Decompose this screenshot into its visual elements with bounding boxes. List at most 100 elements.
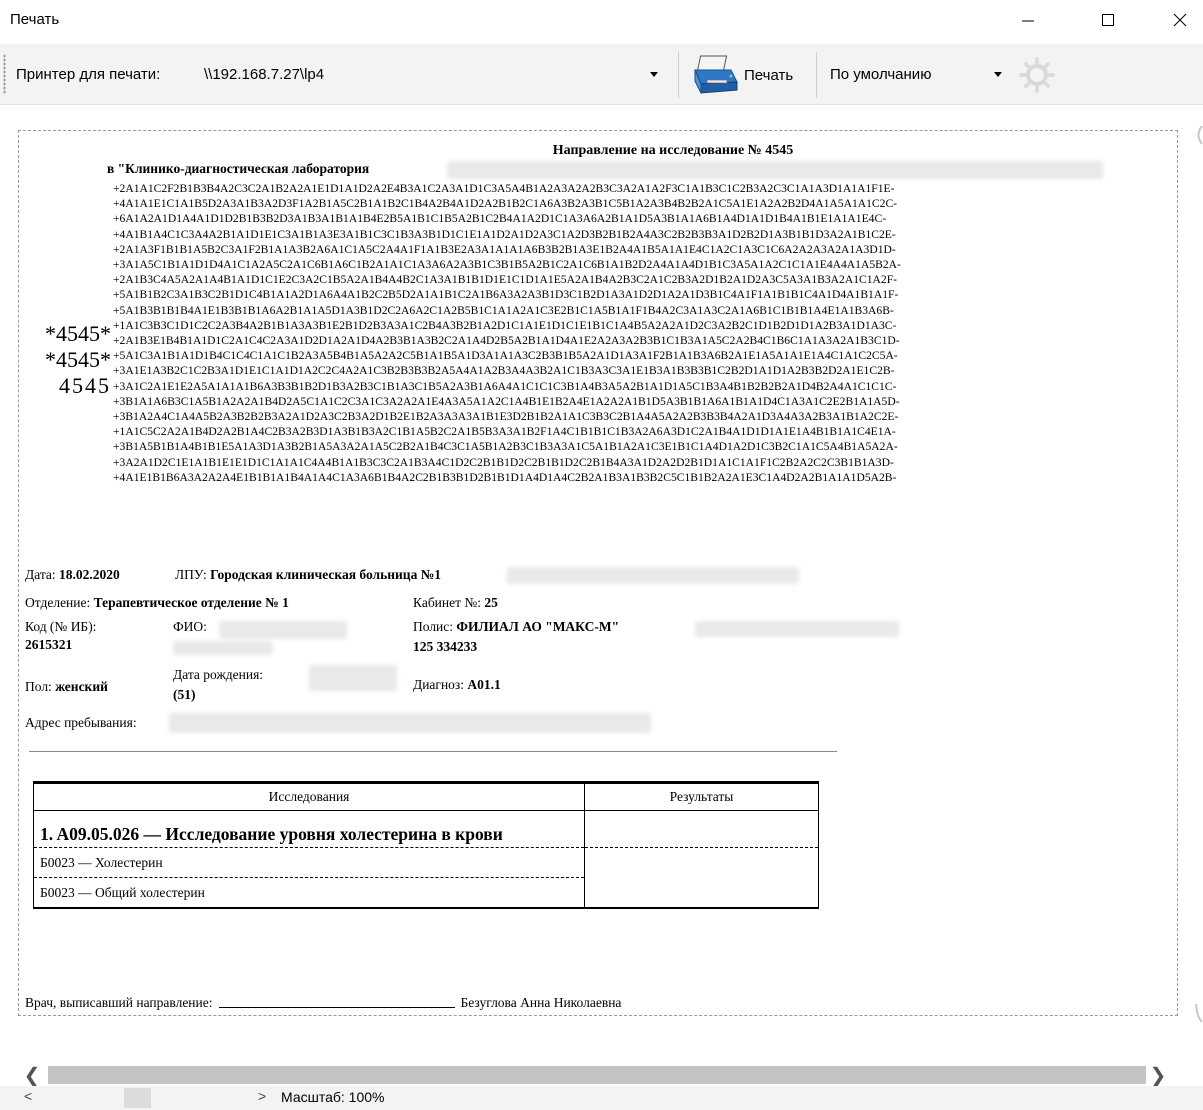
case-code-value: 2615321 (25, 637, 72, 653)
code-line: +3A2A1D2C1E1A1B1E1E1D1C1A1A1C4A4B1A1B3C3… (113, 455, 894, 469)
code-line: +3B1A2A4C1A4A5B2A3B2B2B3A2A1D2A3C2B3A2D1… (113, 410, 899, 424)
toolbar-separator (816, 52, 817, 98)
code-line: +5A1B3B1B1B4A1E1B3B1B1A6A2B1A1A5D1A3B1D2… (113, 303, 894, 317)
code-line: +2A1A1C2F2B1B3B4A2C3C2A1B2A2A1E1D1A1D2A2… (113, 182, 895, 195)
barcode-line: *4545* (45, 347, 111, 372)
redacted-text (309, 665, 397, 691)
scroll-down-indicator-icon[interactable] (1195, 1003, 1203, 1023)
print-preview-area[interactable]: Направление на исследование № 4545 в "Кл… (0, 105, 1203, 1065)
zoom-level[interactable]: Масштаб: 100% (281, 1089, 384, 1105)
page-prev-icon[interactable]: < (24, 1088, 32, 1104)
diagnosis-field: Диагноз: A01.1 (413, 677, 501, 693)
settings-gear-icon[interactable] (1014, 54, 1060, 96)
birth-age-value: (51) (173, 687, 196, 702)
redacted-text (219, 621, 347, 639)
window-title: Печать (10, 11, 60, 28)
redacted-text (173, 641, 273, 655)
scroll-up-indicator-icon[interactable] (1195, 125, 1203, 145)
laboratory-name: в "Клинико-диагностическая лаборатория (107, 161, 370, 176)
divider (29, 751, 837, 752)
redacted-text (507, 567, 799, 584)
printer-icon (694, 55, 738, 94)
date-value: 18.02.2020 (59, 567, 120, 582)
code-line: +1A1C3B3C1D1C2C2A3B4A2B1B1A3A3B1E2B1D2B3… (113, 318, 897, 332)
code-line: +3B1A1A6B3C1A5B1A2A2A1B4D2A5C1A1C2C3A1C3… (113, 394, 900, 408)
scroll-right-icon[interactable]: ❯ (1146, 1065, 1170, 1087)
document-title: Направление на исследование № 4545 (552, 143, 794, 158)
lpu-value: Городская клиническая больница №1 (210, 567, 442, 582)
column-header-results: Результаты (584, 781, 819, 811)
date-label: Дата: (25, 567, 56, 582)
cabinet-value: 25 (484, 595, 498, 610)
scrollbar-thumb[interactable] (48, 1066, 1146, 1084)
code-line: +2A1B3E1B4B1A1D1C2A1C4C2A3A1D2D1A2A1D4A2… (113, 334, 900, 348)
maximize-icon (1102, 14, 1114, 26)
sex-field: Пол: женский (25, 679, 108, 695)
lpu-field: ЛПУ: Городская клиническая больница №1 (175, 567, 441, 583)
printer-select-value: \\192.168.7.27\lp4 (204, 66, 325, 83)
toolbar: Принтер для печати: \\192.168.7.27\lp4 П… (0, 44, 1203, 105)
redacted-text (695, 621, 899, 637)
birth-age: (51) (173, 687, 196, 703)
close-icon (1173, 13, 1187, 27)
date-field: Дата: 18.02.2020 (25, 567, 120, 583)
result-cell (584, 847, 819, 909)
page-next-icon[interactable]: > (258, 1088, 266, 1104)
printer-select[interactable]: \\192.168.7.27\lp4 (196, 61, 666, 89)
study-result-cell (584, 810, 819, 848)
sex-value: женский (55, 679, 108, 694)
encoded-data-block: +2A1A1C2F2B1B3B4A2C3C2A1B2A2A1E1D1A1D2A2… (113, 181, 1175, 485)
redacted-text (169, 713, 651, 733)
barcode-number: 4545 (59, 373, 111, 398)
status-bar: < > Масштаб: 100% (0, 1086, 1203, 1110)
toolbar-grip[interactable] (3, 54, 6, 94)
address-label: Адрес пребывания: (25, 715, 137, 730)
study-item: Б0023 — Общий холестерин (33, 877, 585, 909)
maximize-button[interactable] (1088, 4, 1128, 36)
code-line: +5A1C3A1B1A1D1B4C1C4C1A1C1B2A3A5B4B1A5A2… (113, 349, 898, 363)
policy-label: Полис: (413, 619, 454, 634)
page-scroll-thumb[interactable] (124, 1088, 151, 1108)
code-line: +3A1C2A1E1E2A5A1A1A1B6A3B3B1B2D1B3A2B3C1… (113, 379, 897, 393)
diagnosis-value: A01.1 (467, 677, 501, 692)
column-header-studies: Исследования (33, 781, 585, 811)
code-line: +2A1A3F1B1B1A5B2C3A1F2B1A1A3B2A6A1C1A5C2… (113, 242, 896, 256)
code-line: +1A1C5C2A2A1B4D2A2B1A4C2B3A2B3D1A3B1B3A2… (113, 425, 896, 439)
birth-date-label: Дата рождения: (173, 667, 264, 682)
chevron-down-icon[interactable] (650, 72, 658, 77)
policy-field: Полис: ФИЛИАЛ АО "МАКС-М" (413, 619, 619, 635)
code-line: +3A1A5C1B1A1D1D4A1C1A2A5C2A1C6B1A6C1B2A1… (113, 258, 901, 272)
signature-underline (218, 1007, 455, 1008)
sex-label: Пол: (25, 679, 52, 694)
policy-number: 125 334233 (413, 639, 477, 655)
horizontal-scrollbar[interactable]: ❮ ❯ (0, 1065, 1203, 1087)
code-line: +3A1E1A3B2C1C2B3A1D1E1C1A1D1A2C2C4A2A1C3… (113, 364, 895, 378)
policy-value: ФИЛИАЛ АО "МАКС-М" (456, 619, 620, 634)
fio-label: ФИО: (173, 619, 207, 634)
print-mode-value: По умолчанию (830, 66, 932, 83)
barcode-line: *4545* (45, 321, 111, 346)
toolbar-separator (678, 52, 679, 98)
department-field: Отделение: Терапевтическое отделение № 1 (25, 595, 289, 611)
close-button[interactable] (1160, 4, 1200, 36)
barcode: *4545* *4545* 4545 (31, 321, 111, 399)
minimize-icon (1022, 20, 1034, 22)
document-page: Направление на исследование № 4545 в "Кл… (18, 130, 1178, 1016)
diagnosis-label: Диагноз: (413, 677, 465, 692)
doctor-signature-line: Врач, выписавший направление: Безуглова А… (25, 995, 621, 1011)
print-button[interactable]: Печать (688, 50, 812, 100)
department-value: Терапевтическое отделение № 1 (93, 595, 289, 610)
code-line: +4A1E1B1B6A3A2A2A4E1B1B1A1B4A1A4C1A3A6B1… (113, 470, 897, 484)
studies-table: Исследования Результаты 1. A09.05.026 — … (33, 781, 819, 909)
study-title: 1. A09.05.026 — Исследование уровня холе… (33, 810, 585, 848)
code-line: +4A1A1E1C1A1B5D2A3A1B3A2D3F1A2B1A5C2B1A1… (113, 197, 898, 211)
case-code-number: 2615321 (25, 637, 73, 652)
minimize-button[interactable] (1008, 4, 1048, 36)
code-line: +5A1B1B2C3A1B3C2B1D1C4B1A1A2D1A6A4A1B2C2… (113, 288, 899, 302)
lpu-label: ЛПУ: (175, 567, 207, 582)
scroll-left-icon[interactable]: ❮ (20, 1065, 44, 1087)
print-mode-select[interactable]: По умолчанию (822, 61, 1008, 89)
doctor-label: Врач, выписавший направление: (25, 995, 213, 1010)
code-line: +6A1A2A1D1A4A1D1D2B1B3B2D3A1B3A1B1A1B4E2… (113, 212, 887, 226)
chevron-down-icon[interactable] (994, 72, 1002, 77)
